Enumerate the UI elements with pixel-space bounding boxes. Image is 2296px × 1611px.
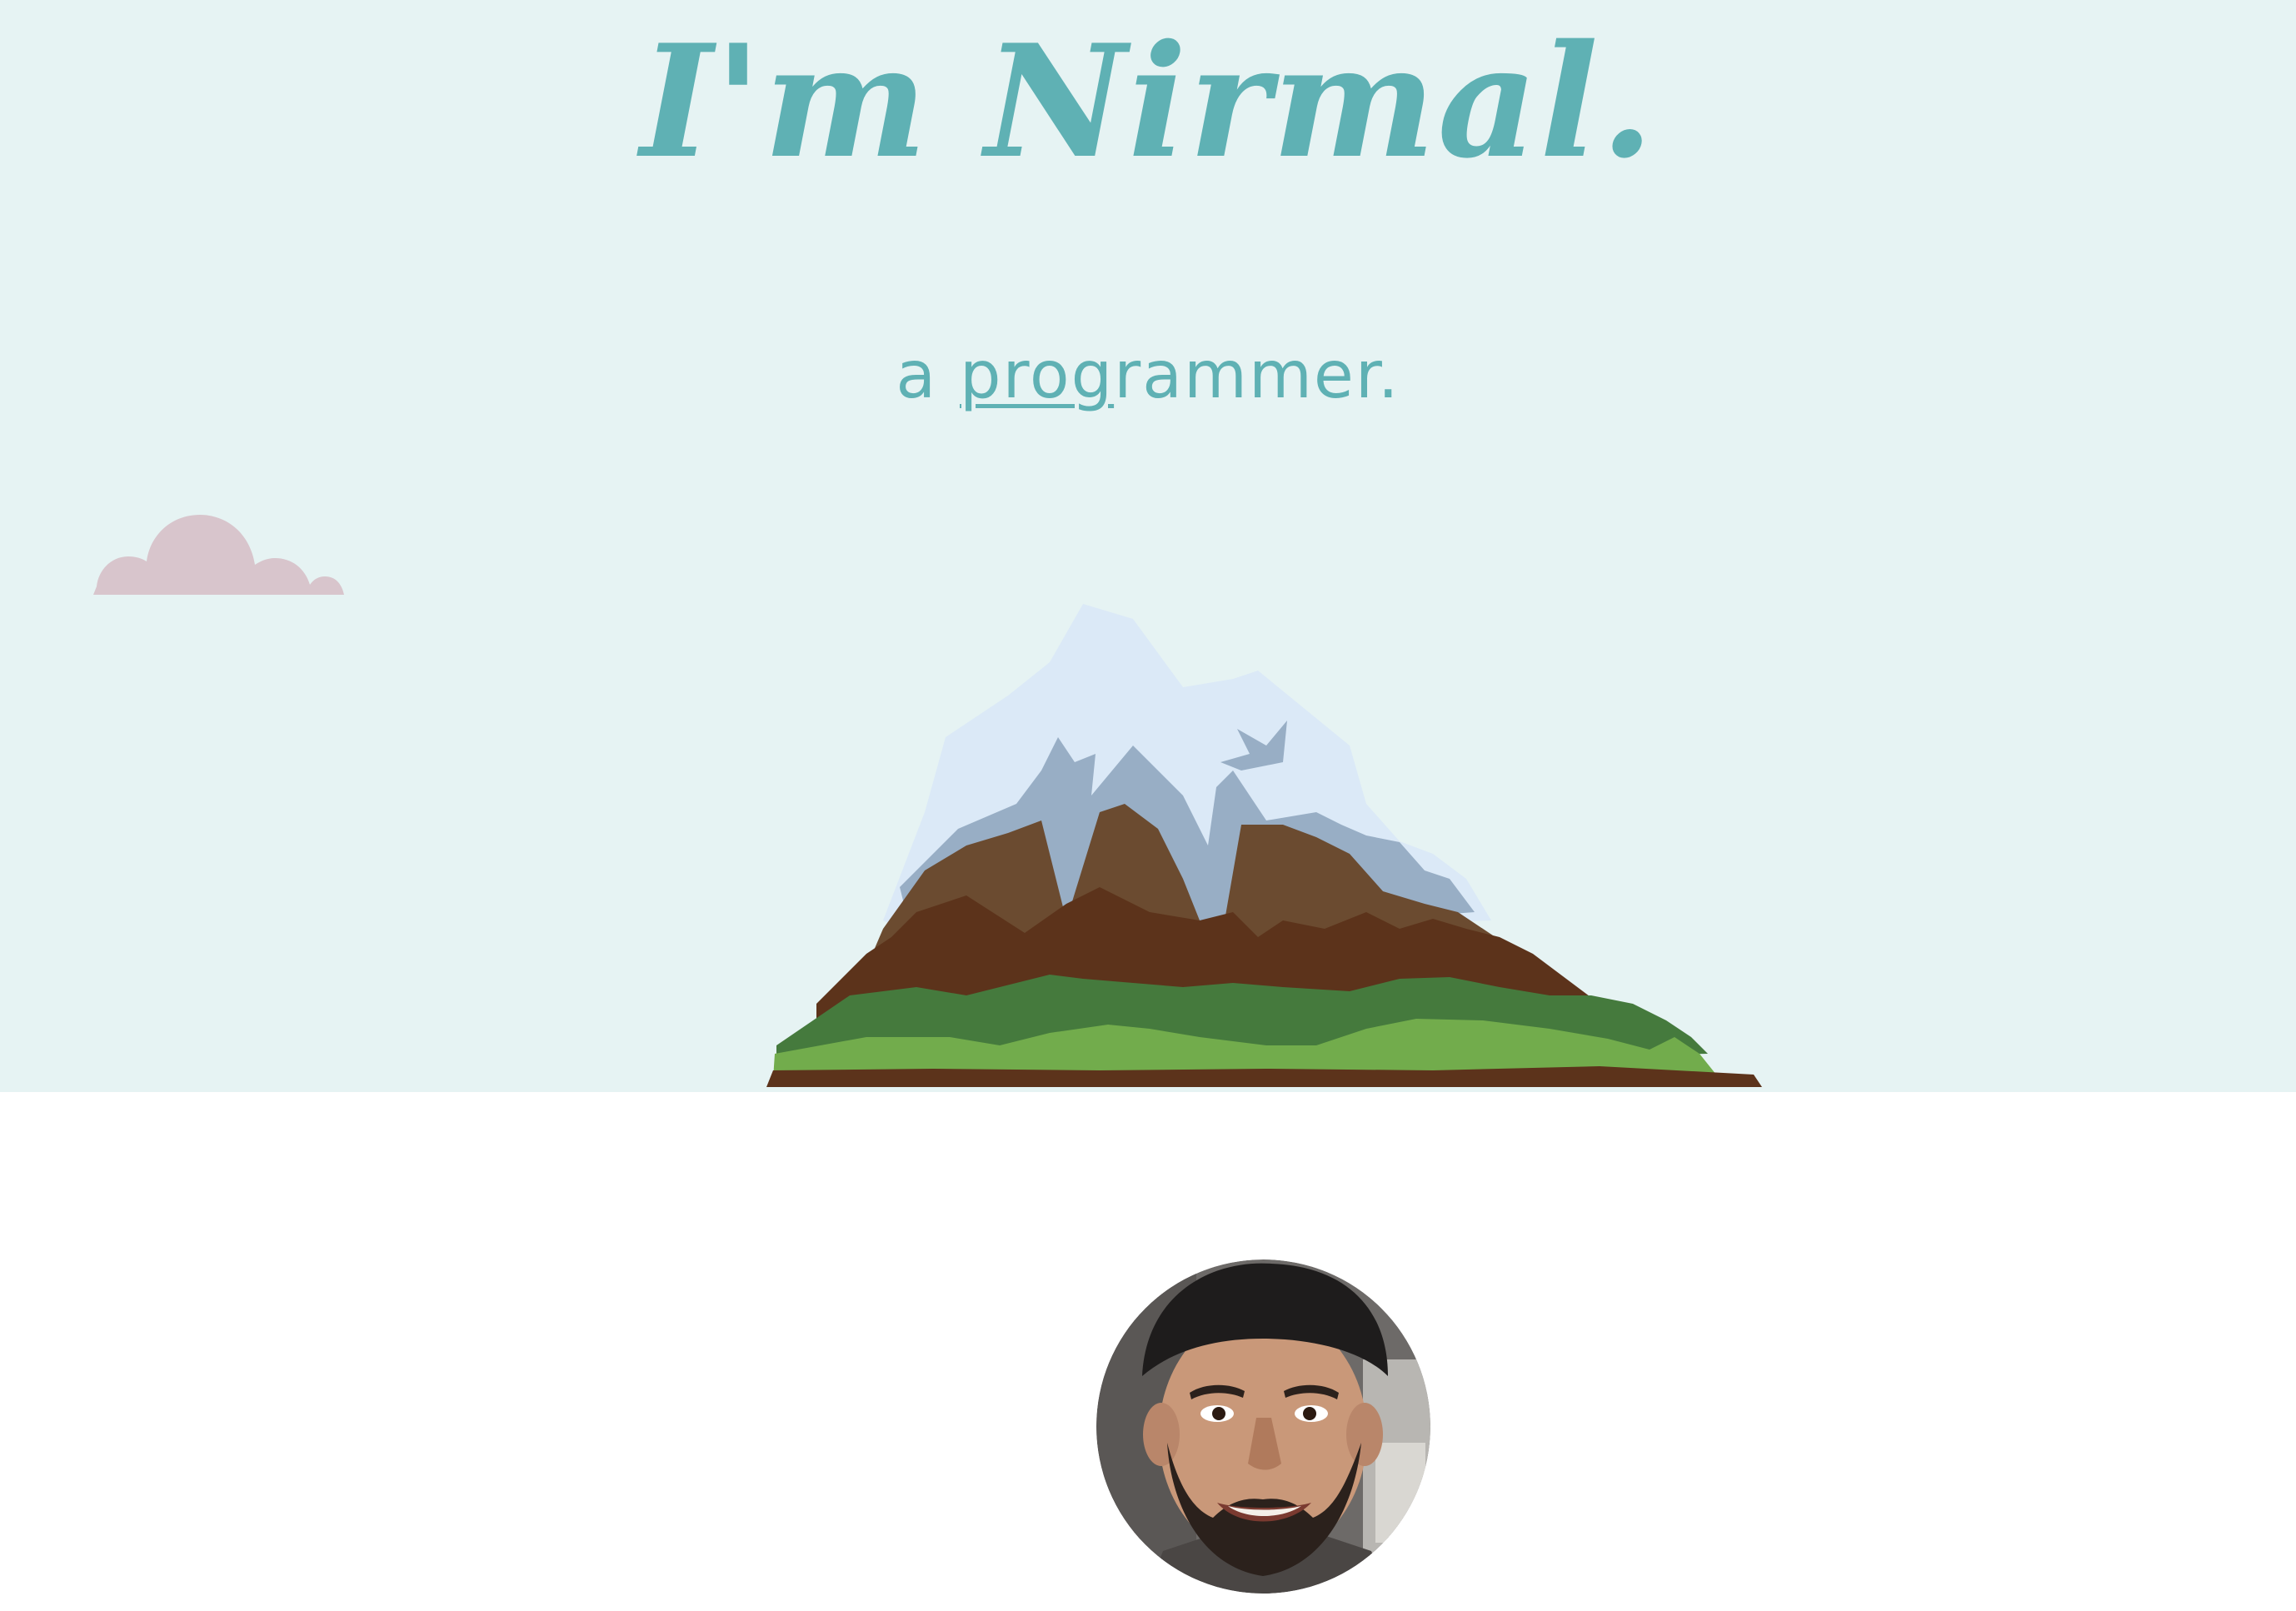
page-title: I'm Nirmal. bbox=[640, 10, 1656, 192]
subtitle-prefix: a bbox=[896, 338, 938, 413]
hero-subtitle: a programmer. bbox=[0, 337, 2296, 416]
typed-role-underlined: prog bbox=[959, 338, 1115, 413]
mountain-illustration bbox=[766, 604, 1762, 1087]
profile-photo bbox=[1096, 1259, 1430, 1594]
cloud-icon bbox=[93, 515, 344, 595]
profile-photo-avatar bbox=[1096, 1259, 1430, 1594]
typed-role-rest: rammer. bbox=[1114, 338, 1400, 413]
hero-section: I'm Nirmal. a programmer. bbox=[0, 0, 2296, 1092]
typed-role-text: programmer. bbox=[960, 338, 1400, 413]
